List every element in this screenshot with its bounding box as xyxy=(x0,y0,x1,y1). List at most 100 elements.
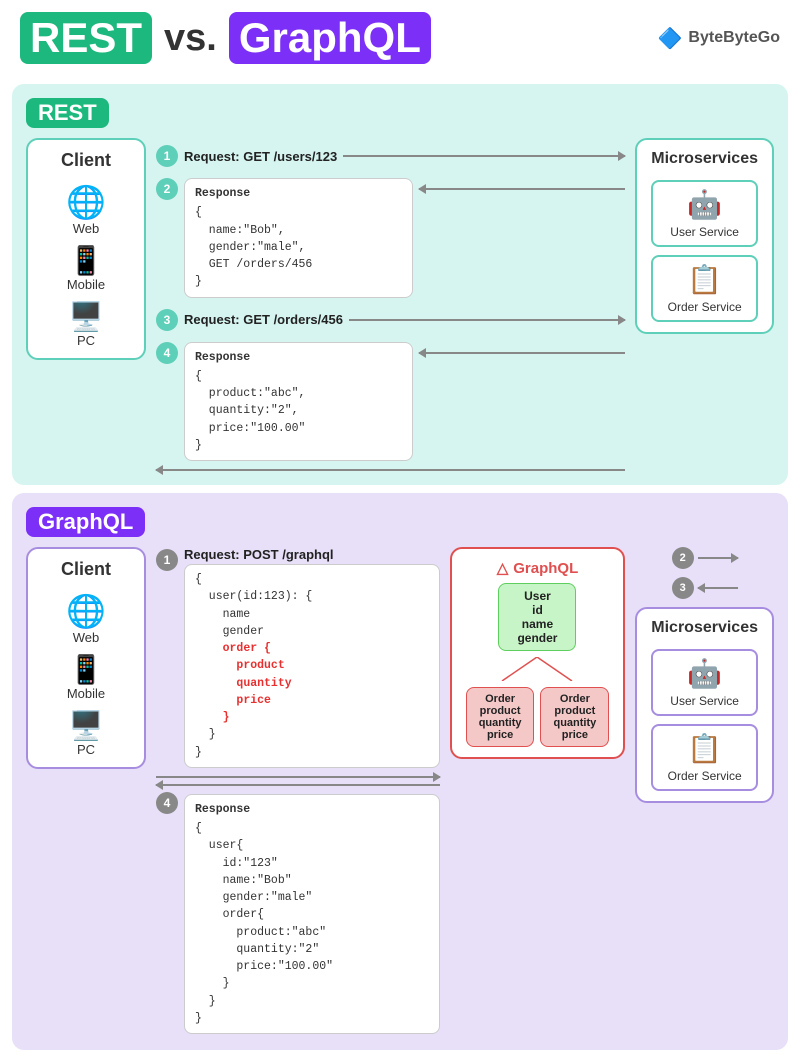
rest-step2-circle: 2 xyxy=(156,178,178,200)
gql-step4-circle: 4 xyxy=(156,792,178,814)
rest-client-box: Client 🌐 Web 📱 Mobile 🖥️ PC xyxy=(26,138,146,360)
brand-icon: 🔷 xyxy=(658,26,683,51)
rest-bottom-arrow xyxy=(156,469,625,471)
rest-microservices-box: Microservices 🤖 User Service 📋 Order Ser… xyxy=(635,138,774,334)
graphql-center-title: △ GraphQL xyxy=(497,559,579,577)
gql-user-service-icon: 🤖 xyxy=(687,657,722,690)
gql-arrow-left xyxy=(156,784,440,786)
graphql-label: GraphQL xyxy=(26,507,145,537)
rest-step3-circle: 3 xyxy=(156,309,178,331)
user-node-fields: idnamegender xyxy=(517,603,557,645)
order-node-1: Order productquantityprice xyxy=(466,687,535,747)
rest-arrow3 xyxy=(349,319,625,321)
gql-resp4-body: { user{ id:"123" name:"Bob" gender:"male… xyxy=(195,820,429,1027)
rest-step3-row: 3 Request: GET /orders/456 xyxy=(156,309,625,331)
rest-client-mobile: 📱 Mobile xyxy=(67,244,105,292)
graphql-client-box: Client 🌐 Web 📱 Mobile 🖥️ PC xyxy=(26,547,146,769)
gql-mobile-label: Mobile xyxy=(67,686,105,701)
graphql-diagram: Client 🌐 Web 📱 Mobile 🖥️ PC 1 Request: P… xyxy=(26,547,774,1036)
graphql-triangle-icon: △ xyxy=(497,559,509,577)
rest-step2-area: 2 Response { name:"Bob", gender:"male", … xyxy=(156,176,625,300)
rest-req1-label: Request: GET /users/123 xyxy=(184,149,337,164)
rest-order-service-icon: 📋 xyxy=(687,263,722,296)
title-rest: REST xyxy=(20,12,152,64)
rest-section: REST Client 🌐 Web 📱 Mobile 🖥️ PC 1 Reque… xyxy=(12,84,788,485)
rest-label: REST xyxy=(26,98,109,128)
gql-arr-r xyxy=(156,776,440,778)
rest-req3-label: Request: GET /orders/456 xyxy=(184,312,343,327)
gql-arrow-right xyxy=(156,776,440,778)
order-node1-title: Order xyxy=(479,693,522,705)
gql-pc-label: PC xyxy=(77,742,95,757)
rest-client-pc: 🖥️ PC xyxy=(69,300,104,348)
graphql-microservices-box: Microservices 🤖 User Service 📋 Order Ser… xyxy=(635,607,774,803)
rest-resp2-box: Response { name:"Bob", gender:"male", GE… xyxy=(184,178,413,298)
graphql-user-service: 🤖 User Service xyxy=(651,649,758,716)
gql-web-icon: 🌐 xyxy=(66,592,106,630)
rest-user-service-icon: 🤖 xyxy=(687,188,722,221)
order-node2-title: Order xyxy=(553,693,596,705)
gql-arr-3 xyxy=(698,587,738,589)
graphql-client-mobile: 📱 Mobile xyxy=(67,653,105,701)
graphql-client-title: Client xyxy=(61,559,111,580)
title-vs: vs. xyxy=(164,17,217,60)
rest-resp4-body: { product:"abc", quantity:"2", price:"10… xyxy=(195,368,402,454)
rest-middle: 1 Request: GET /users/123 2 Response { n… xyxy=(156,138,625,471)
rest-resp2-body: { name:"Bob", gender:"male", GET /orders… xyxy=(195,204,402,290)
graphql-right-area: 2 3 Microservices 🤖 User Service 📋 Order… xyxy=(635,547,774,803)
rest-order-service: 📋 Order Service xyxy=(651,255,758,322)
rest-user-service: 🤖 User Service xyxy=(651,180,758,247)
graphql-middle-left: 1 Request: POST /graphql { user(id:123):… xyxy=(156,547,440,1036)
mobile-icon: 📱 xyxy=(69,244,104,277)
rest-arrow1 xyxy=(343,155,625,157)
gql-req1-label: Request: POST /graphql xyxy=(184,547,440,562)
gql-pc-icon: 🖥️ xyxy=(69,709,104,742)
graphql-center-box: △ GraphQL User idnamegender Order produc… xyxy=(450,547,626,759)
connector-svg xyxy=(477,657,597,681)
rest-micro-title: Microservices xyxy=(651,150,758,168)
header: REST vs. GraphQL 🔷 ByteByteGo xyxy=(0,0,800,76)
graphql-client-web: 🌐 Web xyxy=(66,592,106,645)
rest-step1-row: 1 Request: GET /users/123 xyxy=(156,145,625,167)
rest-resp2-title: Response xyxy=(195,185,402,202)
gql-arr-2 xyxy=(698,557,738,559)
title-graphql: GraphQL xyxy=(229,12,431,64)
rest-arrow2 xyxy=(419,188,626,190)
order-node1-fields: productquantityprice xyxy=(479,705,522,741)
gql-resp4-title: Response xyxy=(195,801,429,818)
graphql-step4-area: 4 Response { user{ id:"123" name:"Bob" g… xyxy=(156,792,440,1036)
graphql-section: GraphQL Client 🌐 Web 📱 Mobile 🖥️ PC 1 xyxy=(12,493,788,1050)
gql-resp4-box: Response { user{ id:"123" name:"Bob" gen… xyxy=(184,794,440,1034)
rest-mobile-label: Mobile xyxy=(67,277,105,292)
graphql-center-name: GraphQL xyxy=(513,560,578,577)
brand-name: ByteByteGo xyxy=(688,29,780,47)
rest-web-label: Web xyxy=(73,221,100,236)
gql-order-service-label: Order Service xyxy=(668,769,742,783)
rest-user-service-label: User Service xyxy=(670,225,739,239)
graphql-micro-title: Microservices xyxy=(651,619,758,637)
gql-user-service-label: User Service xyxy=(670,694,739,708)
graphql-step1-area: 1 Request: POST /graphql { user(id:123):… xyxy=(156,547,440,770)
gql-req1-body: { user(id:123): { name gender order { pr… xyxy=(184,564,440,768)
gql-order-service-icon: 📋 xyxy=(687,732,722,765)
graphql-client-pc: 🖥️ PC xyxy=(69,709,104,757)
rest-arrow4 xyxy=(419,352,626,354)
rest-resp4-box: Response { product:"abc", quantity:"2", … xyxy=(184,342,413,462)
gql-web-label: Web xyxy=(73,630,100,645)
gql-step3-row: 3 xyxy=(672,577,738,599)
rest-pc-label: PC xyxy=(77,333,95,348)
web-icon: 🌐 xyxy=(66,183,106,221)
rest-step1-circle: 1 xyxy=(156,145,178,167)
graphql-center-area: △ GraphQL User idnamegender Order produc… xyxy=(450,547,626,759)
rest-step4-circle: 4 xyxy=(156,342,178,364)
user-node-title: User xyxy=(517,589,557,603)
rest-arrow-bottom xyxy=(156,469,625,471)
rest-client-web: 🌐 Web xyxy=(66,183,106,236)
gql-arr-l xyxy=(156,784,440,786)
rest-diagram: Client 🌐 Web 📱 Mobile 🖥️ PC 1 Request: G… xyxy=(26,138,774,471)
gql-step2-circle: 2 xyxy=(672,547,694,569)
gql-step3-circle: 3 xyxy=(672,577,694,599)
gql-step2-row: 2 xyxy=(672,547,738,569)
rest-resp4-title: Response xyxy=(195,349,402,366)
graphql-order-service: 📋 Order Service xyxy=(651,724,758,791)
